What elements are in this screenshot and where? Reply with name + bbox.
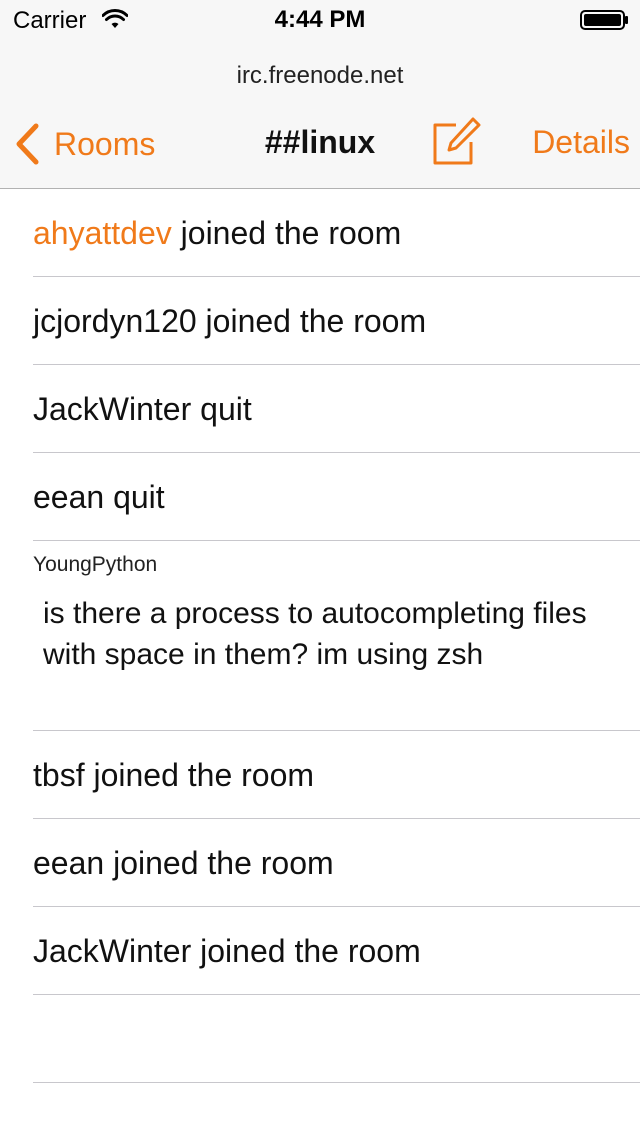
room-title: ##linux (264, 124, 376, 160)
chat-screen: Carrier 4:44 PM irc.freenode.net Rooms #… (0, 0, 640, 1136)
chat-message: YoungPython is there a process to autoco… (0, 541, 640, 731)
event-row: JackWinter quit (0, 365, 640, 453)
chevron-left-icon (16, 123, 39, 165)
event-row: ahyattdev joined the room (0, 189, 640, 277)
server-name: irc.freenode.net (236, 62, 404, 89)
battery-icon (580, 10, 628, 30)
event-text: joined the room (171, 214, 402, 251)
event-row: tbsf joined the room (0, 731, 640, 819)
message-list[interactable]: ahyattdev joined the room jcjordyn120 jo… (0, 189, 640, 1083)
top-bar: Carrier 4:44 PM irc.freenode.net Rooms #… (0, 0, 640, 189)
empty-row (0, 995, 640, 1083)
event-text: eean joined the room (33, 844, 334, 881)
event-row: JackWinter joined the room (0, 907, 640, 995)
details-button[interactable]: Details (506, 124, 630, 161)
back-button[interactable]: Rooms (14, 118, 184, 170)
event-text: jcjordyn120 joined the room (33, 302, 427, 339)
message-author[interactable]: YoungPython (33, 553, 157, 577)
event-text: JackWinter joined the room (33, 932, 421, 969)
compose-icon[interactable] (430, 116, 482, 168)
event-row: eean quit (0, 453, 640, 541)
status-time: 4:44 PM (274, 6, 366, 33)
event-text: tbsf joined the room (33, 756, 315, 793)
status-bar: Carrier 4:44 PM (0, 0, 640, 40)
event-nick[interactable]: ahyattdev (33, 215, 172, 252)
back-button-label: Rooms (54, 125, 156, 162)
event-text: JackWinter quit (33, 390, 252, 427)
event-row: jcjordyn120 joined the room (0, 277, 640, 365)
event-row: eean joined the room (0, 819, 640, 907)
message-text: is there a process to autocompleting fil… (43, 597, 587, 671)
event-text: eean quit (33, 478, 165, 515)
